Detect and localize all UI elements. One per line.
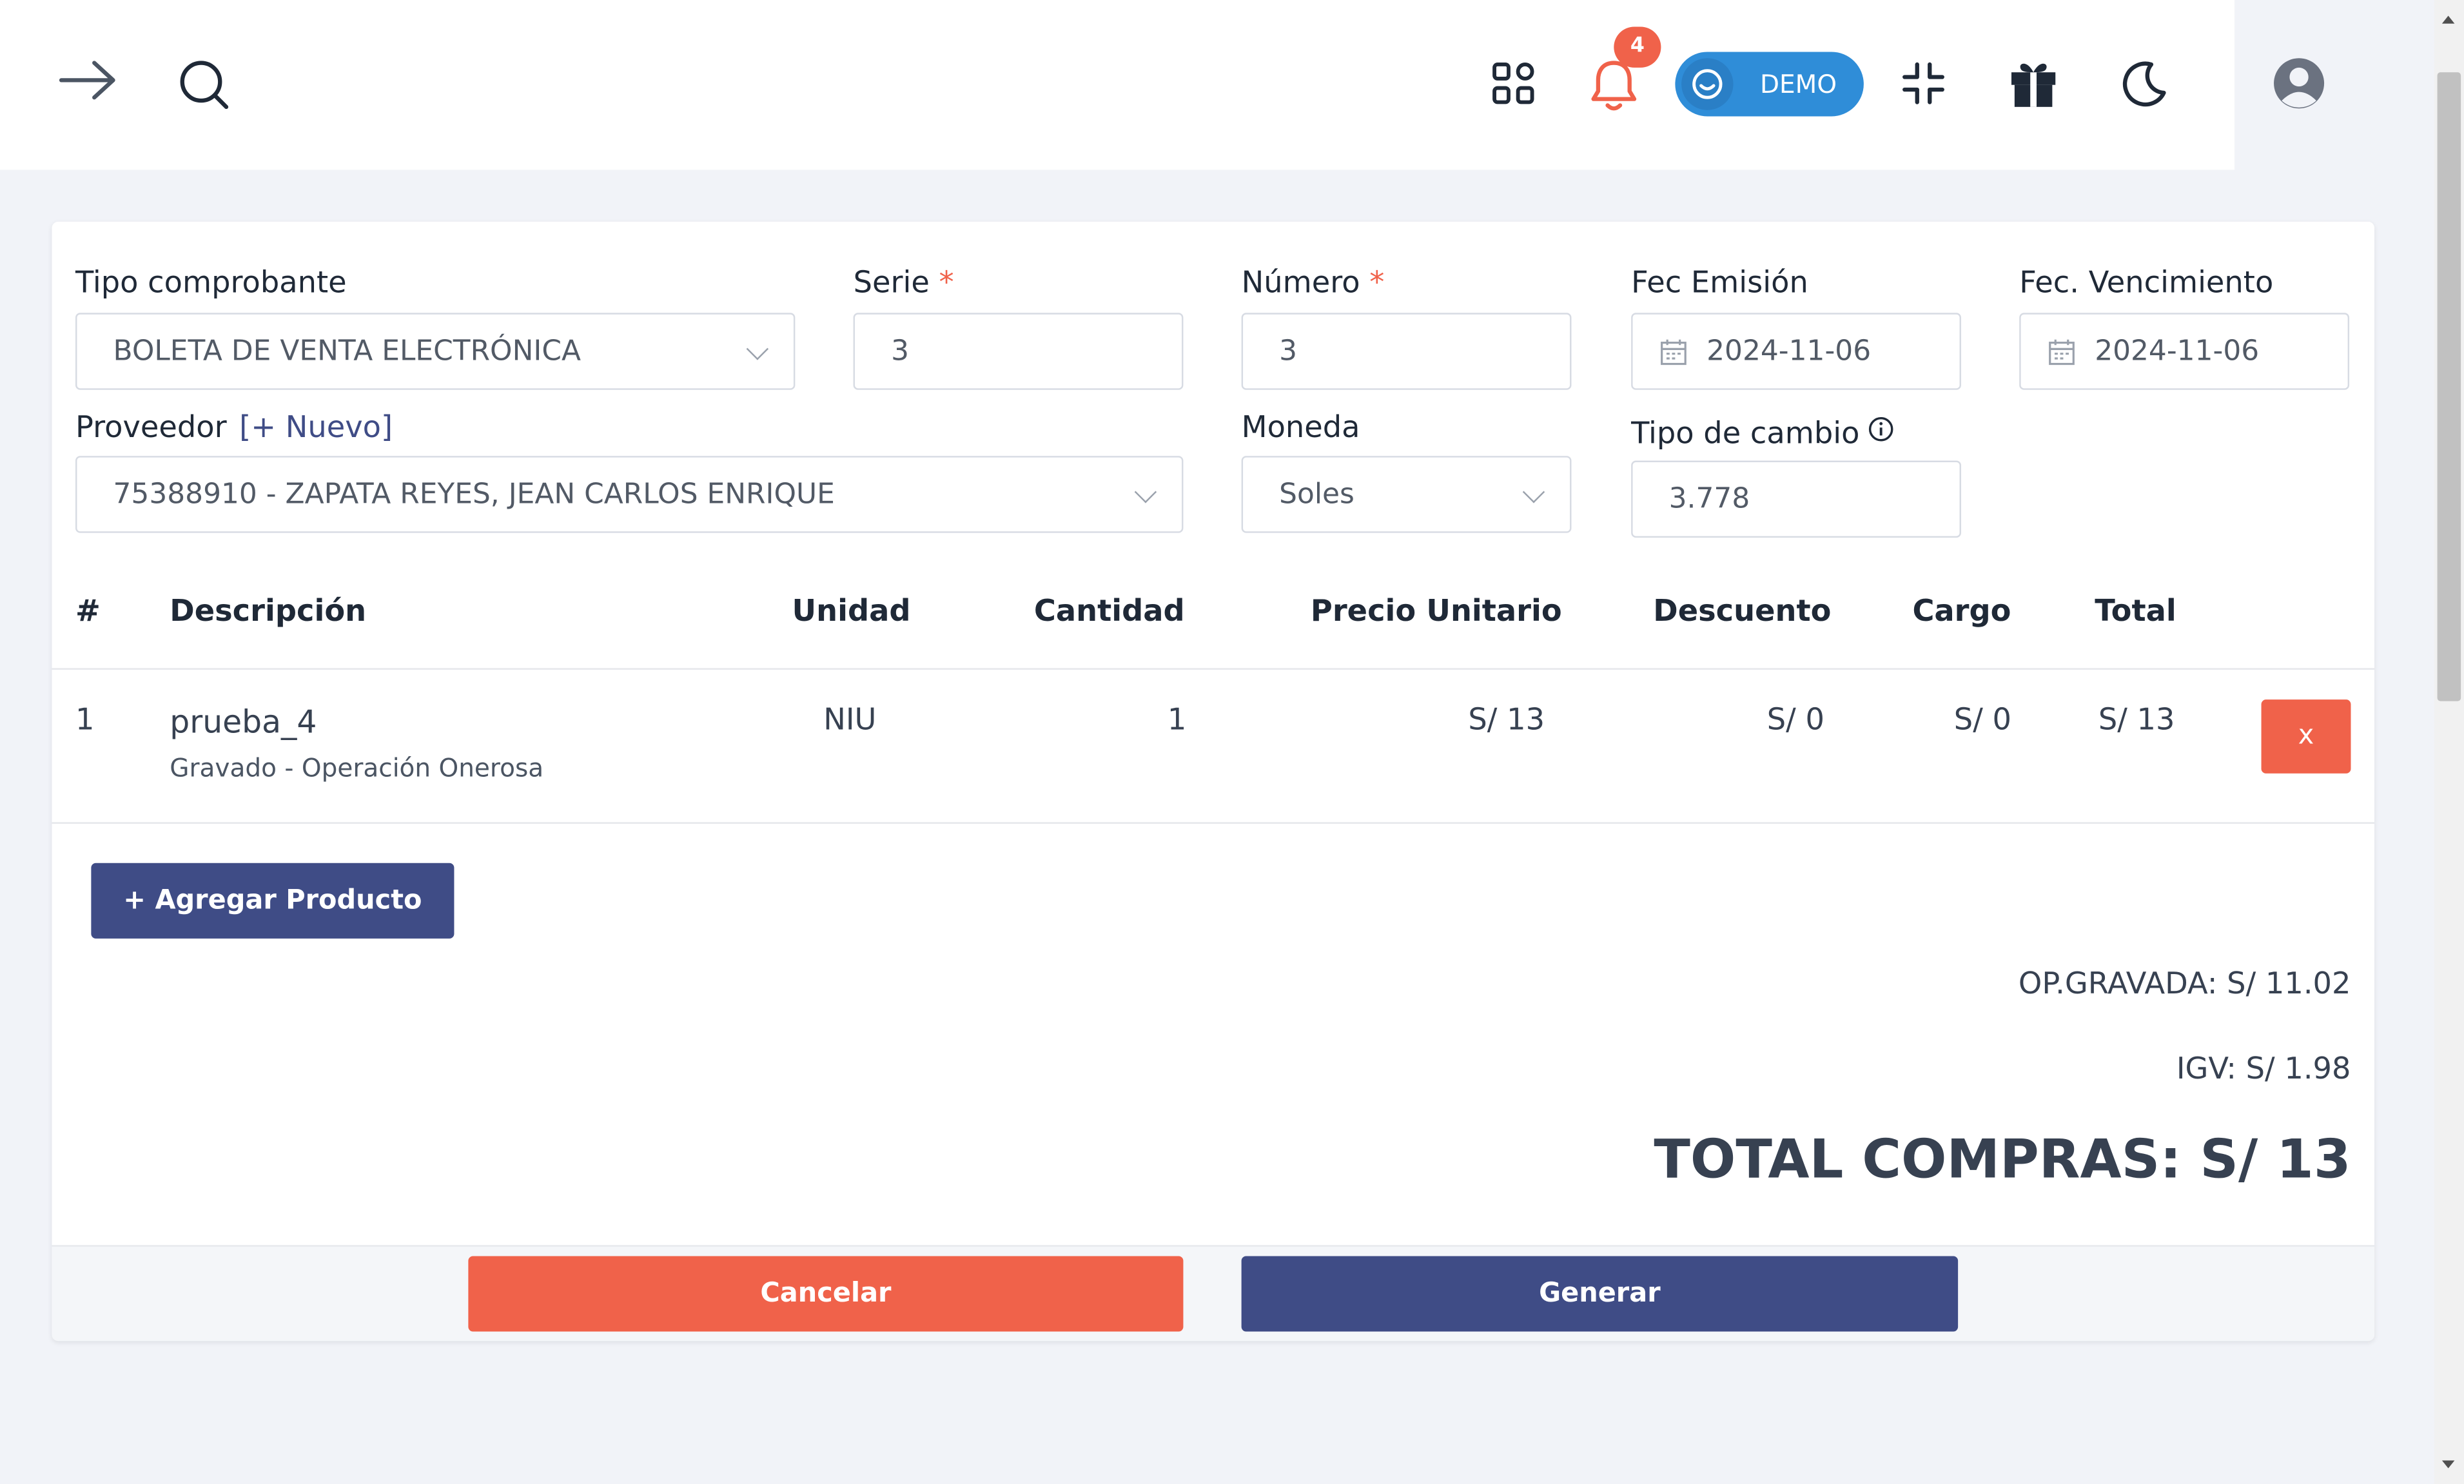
fec-emision-input[interactable]: 2024-11-06 (1631, 313, 1961, 390)
generate-button[interactable]: Generar (1241, 1256, 1959, 1332)
user-menu[interactable] (2234, 0, 2375, 170)
demo-toggle-knob (1681, 58, 1734, 110)
total-compras: TOTAL COMPRAS: S/ 13 (1654, 1128, 2351, 1192)
apps-grid-icon[interactable] (1490, 60, 1537, 107)
col-header-num: # (75, 594, 101, 629)
numero-label: Número * (1242, 266, 1385, 300)
serie-input[interactable]: 3 (853, 313, 1184, 390)
scrollbar-thumb[interactable] (2437, 72, 2461, 701)
moneda-label: Moneda (1241, 410, 1360, 445)
proveedor-label-text: Proveedor (75, 410, 227, 445)
fec-vencimiento-input[interactable]: 2024-11-06 (2019, 313, 2350, 390)
table-row-divider (52, 822, 2375, 824)
required-mark: * (1369, 266, 1385, 300)
demo-label: DEMO (1760, 69, 1837, 99)
fec-vencimiento-value: 2024-11-06 (2095, 335, 2260, 368)
demo-toggle[interactable]: DEMO (1675, 52, 1864, 117)
tipo-cambio-label: Tipo de cambio (1631, 416, 1894, 451)
serie-label-text: Serie (853, 266, 930, 300)
calendar-icon (2049, 339, 2075, 366)
col-header-precio: Precio Unitario (1310, 594, 1562, 629)
scroll-up-icon[interactable] (2441, 15, 2455, 24)
op-gravada-total: OP.GRAVADA: S/ 11.02 (2018, 966, 2351, 1002)
row-descuento: S/ 0 (1766, 703, 1824, 737)
serie-label: Serie * (854, 266, 954, 300)
nuevo-proveedor-link[interactable]: [+ Nuevo] (239, 410, 393, 445)
row-unidad: NIU (823, 703, 877, 737)
col-header-cargo: Cargo (1912, 594, 2011, 629)
tipo-cambio-input[interactable]: 3.778 (1631, 460, 1961, 538)
serie-value: 3 (891, 335, 909, 368)
compress-icon[interactable] (1900, 60, 1947, 107)
row-num: 1 (75, 703, 95, 737)
tipo-comprobante-label: Tipo comprobante (75, 266, 347, 300)
proveedor-label: Proveedor [+ Nuevo] (75, 410, 393, 445)
gift-icon[interactable] (2008, 57, 2058, 110)
notification-badge: 4 (1614, 26, 1661, 68)
tipo-comprobante-label-text: Tipo comprobante (75, 266, 347, 300)
cancel-button[interactable]: Cancelar (468, 1256, 1184, 1332)
delete-row-button[interactable]: x (2261, 699, 2351, 774)
arrow-right-icon[interactable] (57, 57, 120, 104)
required-mark: * (939, 266, 954, 300)
user-circle-icon (2274, 58, 2325, 109)
proveedor-value: 75388910 - ZAPATA REYES, JEAN CARLOS ENR… (113, 478, 835, 511)
row-descripcion: prueba_4 (170, 703, 317, 741)
col-header-descripcion: Descripción (170, 594, 367, 629)
col-header-unidad: Unidad (792, 594, 911, 629)
smile-icon (1692, 69, 1723, 99)
info-icon[interactable] (1869, 416, 1894, 442)
numero-label-text: Número (1241, 266, 1360, 300)
page-scrollbar[interactable] (2434, 0, 2464, 1484)
calendar-icon (1661, 339, 1687, 366)
tipo-cambio-label-text: Tipo de cambio (1631, 416, 1860, 451)
chevron-down-icon (1134, 481, 1157, 503)
tipo-cambio-value: 3.778 (1668, 482, 1750, 516)
row-cantidad: 1 (1167, 703, 1187, 737)
scroll-down-icon[interactable] (2441, 1460, 2455, 1469)
row-detalle: Gravado - Operación Onerosa (170, 753, 544, 783)
numero-input[interactable]: 3 (1241, 313, 1572, 390)
form-footer (52, 1245, 2375, 1342)
fec-vencimiento-label: Fec. Vencimiento (2019, 266, 2274, 300)
numero-value: 3 (1279, 335, 1298, 368)
fec-emision-label: Fec Emisión (1631, 266, 1808, 300)
tipo-comprobante-select[interactable]: BOLETA DE VENTA ELECTRÓNICA (75, 313, 796, 390)
chevron-down-icon (1522, 481, 1545, 503)
igv-total: IGV: S/ 1.98 (2176, 1051, 2351, 1087)
top-bar: 4 DEMO (0, 0, 2375, 170)
fec-emision-value: 2024-11-06 (1706, 335, 1872, 368)
col-header-cantidad: Cantidad (1033, 594, 1185, 629)
add-product-button[interactable]: + Agregar Producto (91, 863, 455, 939)
col-header-descuento: Descuento (1653, 594, 1832, 629)
moneda-value: Soles (1279, 478, 1354, 511)
row-precio: S/ 13 (1468, 703, 1545, 737)
search-icon[interactable] (176, 57, 233, 113)
row-total: S/ 13 (2098, 703, 2175, 737)
row-cargo: S/ 0 (1953, 703, 2011, 737)
proveedor-select[interactable]: 75388910 - ZAPATA REYES, JEAN CARLOS ENR… (75, 456, 1184, 533)
table-header-divider (52, 668, 2375, 670)
moon-icon[interactable] (2120, 58, 2170, 108)
chevron-down-icon (746, 338, 769, 360)
moneda-select[interactable]: Soles (1241, 456, 1572, 533)
tipo-comprobante-value: BOLETA DE VENTA ELECTRÓNICA (113, 335, 582, 368)
col-header-total: Total (2095, 594, 2176, 629)
